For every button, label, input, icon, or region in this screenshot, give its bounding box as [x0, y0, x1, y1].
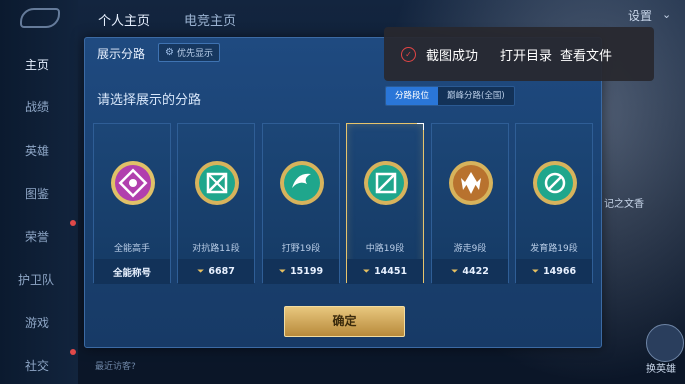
rank-chevron-icon: ⏷ [362, 266, 371, 277]
logo-icon [20, 8, 60, 28]
lane-value-row: ⏷ 15199 [263, 259, 339, 284]
change-hero-label: 换英雄 [646, 364, 676, 375]
allround-badge-icon [111, 161, 155, 205]
recent-visitors-hint: 最近访客? [95, 362, 136, 372]
lane-name: 对抗路11段 [192, 244, 240, 254]
clash-lane-badge-icon [195, 161, 239, 205]
sidebar: 主页 战绩 英雄 图鉴 荣誉 护卫队 游戏 社交 [0, 0, 78, 384]
lane-value-row: ⏷ 4422 [432, 259, 508, 284]
tab-personal-home[interactable]: 个人主页 [98, 10, 150, 29]
side-label: 记之文香 [604, 199, 644, 210]
lane-card-clash[interactable]: 对抗路11段 ⏷ 6687 [177, 123, 255, 284]
change-hero-button[interactable] [646, 324, 684, 362]
confirm-button[interactable]: 确定 [284, 306, 405, 337]
lane-value: 14966 [543, 266, 577, 277]
sidebar-item-guard[interactable]: 护卫队 [0, 271, 78, 288]
chevron-down-icon[interactable]: ⌄ [662, 8, 671, 21]
lane-card-jungle[interactable]: 打野19段 ⏷ 15199 [262, 123, 340, 284]
sidebar-item-record[interactable]: 战绩 [0, 98, 78, 115]
lane-value-row: ⏷ 6687 [178, 259, 254, 284]
dialog-subtitle: 请选择展示的分路 [97, 93, 202, 108]
dialog-title: 展示分路 [97, 47, 146, 61]
jungle-badge-icon [280, 161, 324, 205]
gear-icon: ⚙ [165, 47, 174, 58]
lane-value: 6687 [208, 266, 235, 277]
lane-value-row: ⏷ 14451 [347, 259, 423, 284]
tab-lane-rank[interactable]: 分路段位 [386, 87, 439, 105]
selected-corner-marker [417, 123, 424, 130]
lane-value-row: 全能称号 [94, 259, 170, 284]
priority-label: 优先显示 [176, 49, 213, 59]
notification-dot [70, 349, 76, 355]
sidebar-item-home[interactable]: 主页 [0, 56, 78, 73]
display-lane-dialog: 展示分路 ⚙ 优先显示 请选择展示的分路 分路段位 巅峰分路(全国) 全能高手 … [84, 37, 602, 348]
rank-chevron-icon: ⏷ [531, 266, 540, 277]
screenshot-toast: ✓ 截图成功 打开目录 查看文件 [384, 27, 654, 81]
view-file-link[interactable]: 查看文件 [560, 45, 612, 64]
lane-value: 14451 [374, 266, 408, 277]
lane-card-mid[interactable]: 中路19段 ⏷ 14451 [346, 123, 424, 284]
mid-lane-badge-icon [364, 161, 408, 205]
rank-chevron-icon: ⏷ [197, 266, 205, 277]
lane-value: 4422 [462, 266, 489, 277]
lane-name: 全能高手 [113, 244, 150, 254]
sidebar-item-codex[interactable]: 图鉴 [0, 185, 78, 202]
lane-value: 15199 [290, 266, 324, 277]
open-directory-link[interactable]: 打开目录 [500, 45, 552, 64]
check-circle-icon: ✓ [401, 46, 416, 62]
tab-peak-lane[interactable]: 巅峰分路(全国) [438, 87, 514, 105]
sidebar-item-games[interactable]: 游戏 [0, 314, 78, 331]
lane-value: 全能称号 [112, 267, 151, 279]
lane-card-roam[interactable]: 游走9段 ⏷ 4422 [431, 123, 509, 284]
priority-display-button[interactable]: ⚙ 优先显示 [158, 43, 220, 62]
toast-message: 截图成功 [426, 48, 479, 64]
lane-card-allround[interactable]: 全能高手 全能称号 [93, 123, 171, 284]
tab-esports-home[interactable]: 电竞主页 [184, 10, 236, 29]
rank-chevron-icon: ⏷ [278, 266, 287, 277]
lane-name: 发育路19段 [530, 244, 578, 254]
lane-value-row: ⏷ 14966 [516, 259, 592, 284]
settings-button[interactable]: 设置 [628, 7, 652, 24]
sidebar-item-heroes[interactable]: 英雄 [0, 142, 78, 159]
notification-dot [70, 220, 76, 226]
sidebar-item-social[interactable]: 社交 [0, 357, 78, 374]
farm-lane-badge-icon [533, 161, 577, 205]
rank-chevron-icon: ⏷ [451, 266, 459, 277]
lane-name: 游走9段 [453, 244, 487, 254]
lane-tabs: 分路段位 巅峰分路(全国) [385, 86, 515, 106]
lane-card-farm[interactable]: 发育路19段 ⏷ 14966 [515, 123, 593, 284]
sidebar-item-honor[interactable]: 荣誉 [0, 228, 78, 245]
roam-badge-icon [449, 161, 493, 205]
lane-name: 打野19段 [281, 244, 321, 254]
lane-name: 中路19段 [365, 244, 405, 254]
